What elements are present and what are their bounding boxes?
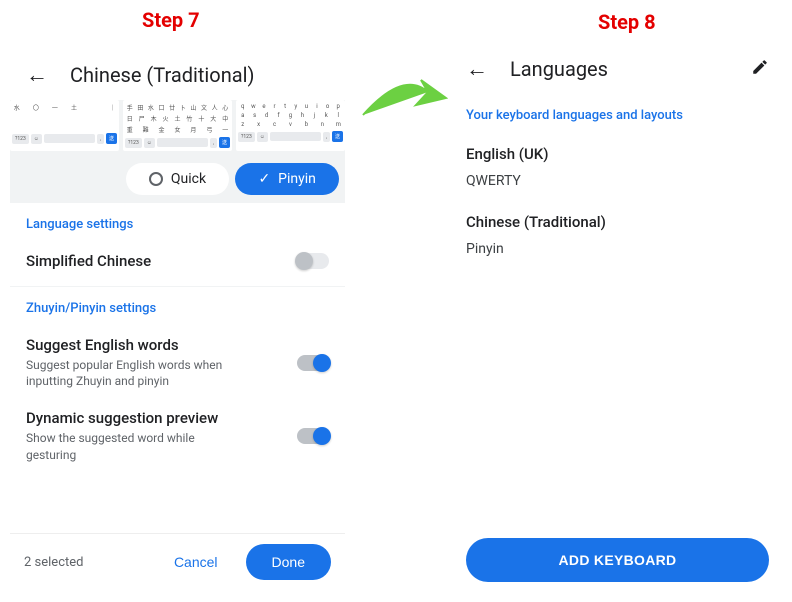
step7-label: Step 7 [142, 8, 200, 32]
section-heading-language: Language settings [10, 203, 345, 242]
layout-preview-2[interactable]: 手田水口廿卜山文人心 日尸木火土竹十大中 重難金女月弓一 ?123☺,送 [123, 100, 232, 151]
radio-icon [149, 172, 163, 186]
left-header: ← Chinese (Traditional) [10, 50, 345, 100]
format-pill-hidden[interactable] [16, 163, 120, 195]
setting-subtitle: Show the suggested word while gesturing [26, 430, 236, 462]
add-keyboard-button[interactable]: ADD KEYBOARD [466, 538, 769, 582]
setting-subtitle: Suggest popular English words when input… [26, 357, 236, 389]
layout-previews: 水〇一土｜ ?123☺,送 手田水口廿卜山文人心 日尸木火土竹十大中 重難金女月… [10, 100, 345, 155]
language-entry-chinese[interactable]: Chinese (Traditional) Pinyin [450, 201, 785, 269]
arrow-icon [358, 70, 448, 129]
cancel-button[interactable]: Cancel [164, 546, 228, 578]
setting-title: Suggest English words [26, 336, 236, 354]
language-name: Chinese (Traditional) [466, 213, 769, 231]
format-pills: Quick ✓ Pinyin [10, 155, 345, 203]
language-layout: Pinyin [466, 241, 769, 257]
language-layout: QWERTY [466, 173, 769, 189]
toggle-dynamic-preview[interactable] [297, 428, 329, 444]
toggle-simplified[interactable] [297, 253, 329, 269]
setting-dynamic-preview[interactable]: Dynamic suggestion preview Show the sugg… [10, 399, 345, 472]
section-heading-zhuyin: Zhuyin/Pinyin settings [10, 287, 345, 326]
step8-label: Step 8 [598, 10, 656, 34]
setting-title: Dynamic suggestion preview [26, 409, 236, 427]
edit-icon[interactable] [751, 58, 769, 80]
check-icon: ✓ [258, 171, 270, 187]
language-name: English (UK) [466, 145, 769, 163]
right-panel: ← Languages Your keyboard languages and … [450, 44, 785, 592]
toggle-suggest-english[interactable] [297, 355, 329, 371]
format-label: Pinyin [278, 171, 316, 187]
format-pill-quick[interactable]: Quick [126, 163, 230, 195]
section-heading-languages: Your keyboard languages and layouts [450, 94, 785, 133]
format-pill-pinyin[interactable]: ✓ Pinyin [235, 163, 339, 195]
format-label: Quick [171, 171, 206, 187]
selected-count: 2 selected [24, 555, 146, 570]
left-panel: ← Chinese (Traditional) 水〇一土｜ ?123☺,送 手田… [10, 50, 345, 590]
done-button[interactable]: Done [246, 544, 331, 580]
setting-simplified-chinese[interactable]: Simplified Chinese [10, 242, 345, 280]
back-icon[interactable]: ← [26, 62, 48, 88]
page-title: Languages [510, 57, 608, 81]
layout-preview-3[interactable]: qwertyuiop asdfghjkl zxcvbnm ?123☺,送 [236, 100, 345, 151]
back-icon[interactable]: ← [466, 56, 488, 82]
right-header: ← Languages [450, 44, 785, 94]
bottom-bar: 2 selected Cancel Done [10, 533, 345, 590]
setting-suggest-english[interactable]: Suggest English words Suggest popular En… [10, 326, 345, 399]
page-title: Chinese (Traditional) [70, 63, 254, 87]
language-entry-english[interactable]: English (UK) QWERTY [450, 133, 785, 201]
setting-title: Simplified Chinese [26, 252, 151, 270]
layout-preview-1[interactable]: 水〇一土｜ ?123☺,送 [10, 100, 119, 151]
